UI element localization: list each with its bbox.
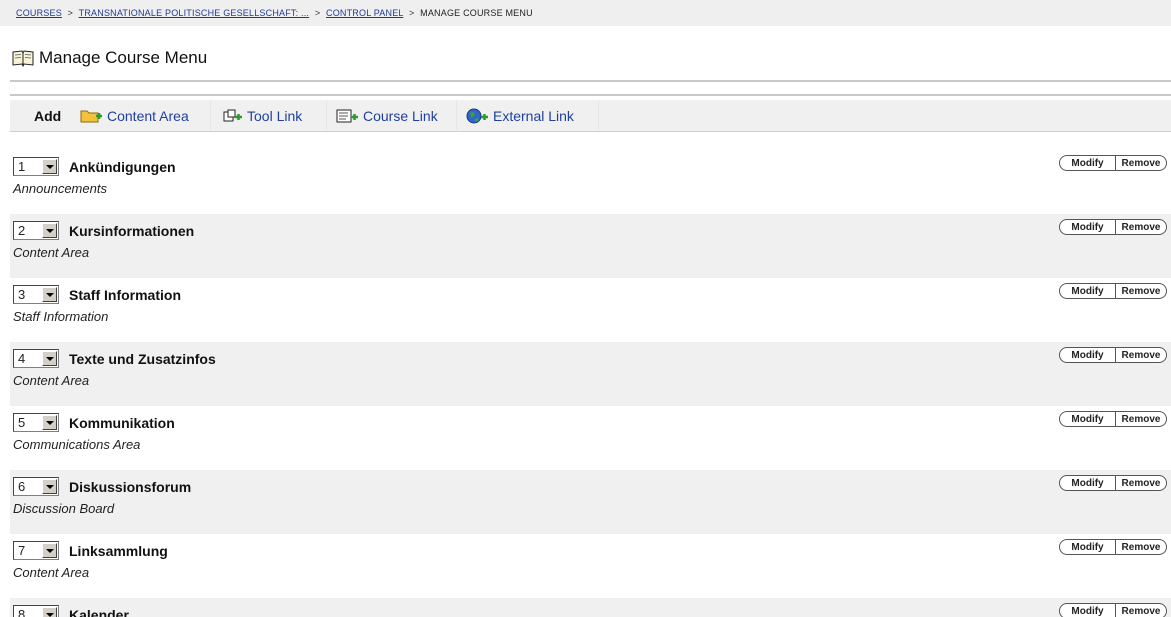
chevron-down-icon[interactable] [42, 479, 57, 494]
remove-button[interactable]: Remove [1115, 539, 1167, 555]
menu-item-type: Content Area [13, 245, 90, 260]
chevron-down-icon[interactable] [42, 287, 57, 302]
menu-item-row: 2 Kursinformationen Content Area Modify … [10, 214, 1171, 278]
menu-item-type: Content Area [13, 373, 90, 388]
modify-button[interactable]: Modify [1059, 539, 1116, 555]
modify-button[interactable]: Modify [1059, 283, 1116, 299]
order-value: 8 [18, 607, 26, 617]
order-select[interactable]: 8 [13, 605, 59, 617]
order-select[interactable]: 4 [13, 349, 59, 368]
breadcrumb-separator: > [314, 8, 321, 18]
menu-item-title: Kalender [69, 607, 129, 617]
chevron-down-icon[interactable] [42, 607, 57, 617]
add-content-area-button[interactable]: Content Area [80, 106, 189, 126]
chevron-down-icon[interactable] [42, 159, 57, 174]
modify-button[interactable]: Modify [1059, 347, 1116, 363]
menu-item-title: Kommunikation [69, 415, 175, 431]
order-select[interactable]: 6 [13, 477, 59, 496]
menu-item-row: 7 Linksammlung Content Area Modify Remov… [10, 534, 1171, 598]
menu-item-type: Communications Area [13, 437, 141, 452]
order-select[interactable]: 3 [13, 285, 59, 304]
order-value: 1 [18, 159, 26, 174]
remove-button[interactable]: Remove [1115, 155, 1167, 171]
order-value: 3 [18, 287, 26, 302]
course-link-add-icon [336, 109, 358, 123]
add-content-area-label: Content Area [107, 108, 189, 124]
menu-item-row: 3 Staff Information Staff Information Mo… [10, 278, 1171, 342]
order-select[interactable]: 5 [13, 413, 59, 432]
add-tool-link-label: Tool Link [247, 108, 303, 124]
menu-item-row: 4 Texte und Zusatzinfos Content Area Mod… [10, 342, 1171, 406]
divider [10, 80, 1171, 82]
menu-item-row: 6 Diskussionsforum Discussion Board Modi… [10, 470, 1171, 534]
order-value: 4 [18, 351, 26, 366]
menu-item-title: Linksammlung [69, 543, 168, 559]
menu-item-type: Discussion Board [13, 501, 115, 516]
modify-button[interactable]: Modify [1059, 475, 1116, 491]
toolbar-divider [326, 100, 327, 130]
chevron-down-icon[interactable] [42, 223, 57, 238]
menu-item-type: Staff Information [13, 309, 109, 324]
page-title: Manage Course Menu [12, 46, 207, 70]
add-external-link-button[interactable]: External Link [466, 106, 574, 126]
order-value: 2 [18, 223, 26, 238]
chevron-down-icon[interactable] [42, 351, 57, 366]
order-value: 6 [18, 479, 26, 494]
breadcrumb-current: MANAGE COURSE MENU [420, 8, 533, 18]
menu-item-title: Kursinformationen [69, 223, 195, 239]
modify-button[interactable]: Modify [1059, 219, 1116, 235]
add-label: Add [34, 108, 62, 124]
remove-button[interactable]: Remove [1115, 603, 1167, 617]
menu-item-type: Announcements [13, 181, 107, 196]
add-tool-link-button[interactable]: Tool Link [222, 106, 302, 126]
remove-button[interactable]: Remove [1115, 411, 1167, 427]
add-course-link-button[interactable]: Course Link [336, 106, 438, 126]
breadcrumb-separator: > [67, 8, 74, 18]
menu-item-title: Staff Information [69, 287, 181, 303]
remove-button[interactable]: Remove [1115, 475, 1167, 491]
menu-item-row: 1 Ankündigungen Announcements Modify Rem… [10, 150, 1171, 214]
menu-item-title: Diskussionsforum [69, 479, 192, 495]
modify-button[interactable]: Modify [1059, 155, 1116, 171]
book-icon [12, 50, 34, 67]
add-external-link-label: External Link [493, 108, 574, 124]
modify-button[interactable]: Modify [1059, 603, 1116, 617]
order-select[interactable]: 1 [13, 157, 59, 176]
add-course-link-label: Course Link [363, 108, 438, 124]
toolbar-divider [210, 100, 211, 130]
remove-button[interactable]: Remove [1115, 283, 1167, 299]
menu-item-title: Ankündigungen [69, 159, 176, 175]
add-toolbar: Add Content Area Tool Link Course Link E… [10, 100, 1171, 132]
toolbar-divider [598, 100, 599, 130]
globe-add-icon [466, 108, 488, 124]
divider [10, 94, 1171, 96]
remove-button[interactable]: Remove [1115, 347, 1167, 363]
breadcrumb: COURSES > TRANSNATIONALE POLITISCHE GESE… [0, 0, 1171, 26]
order-select[interactable]: 7 [13, 541, 59, 560]
remove-button[interactable]: Remove [1115, 219, 1167, 235]
menu-item-title: Texte und Zusatzinfos [69, 351, 216, 367]
folder-add-icon [80, 110, 102, 123]
page-title-text: Manage Course Menu [39, 48, 208, 67]
order-select[interactable]: 2 [13, 221, 59, 240]
menu-item-row: 8 Kalender Modify Remove [10, 598, 1171, 617]
chevron-down-icon[interactable] [42, 543, 57, 558]
menu-item-row: 5 Kommunikation Communications Area Modi… [10, 406, 1171, 470]
modify-button[interactable]: Modify [1059, 411, 1116, 427]
tool-link-add-icon [223, 109, 242, 122]
order-value: 5 [18, 415, 26, 430]
breadcrumb-course-link[interactable]: TRANSNATIONALE POLITISCHE GESELLSCHAFT: … [79, 8, 309, 18]
menu-item-type: Content Area [13, 565, 90, 580]
order-value: 7 [18, 543, 26, 558]
breadcrumb-control-panel-link[interactable]: CONTROL PANEL [326, 8, 403, 18]
breadcrumb-separator: > [408, 8, 415, 18]
toolbar-divider [456, 100, 457, 130]
breadcrumb-courses-link[interactable]: COURSES [16, 8, 62, 18]
chevron-down-icon[interactable] [42, 415, 57, 430]
